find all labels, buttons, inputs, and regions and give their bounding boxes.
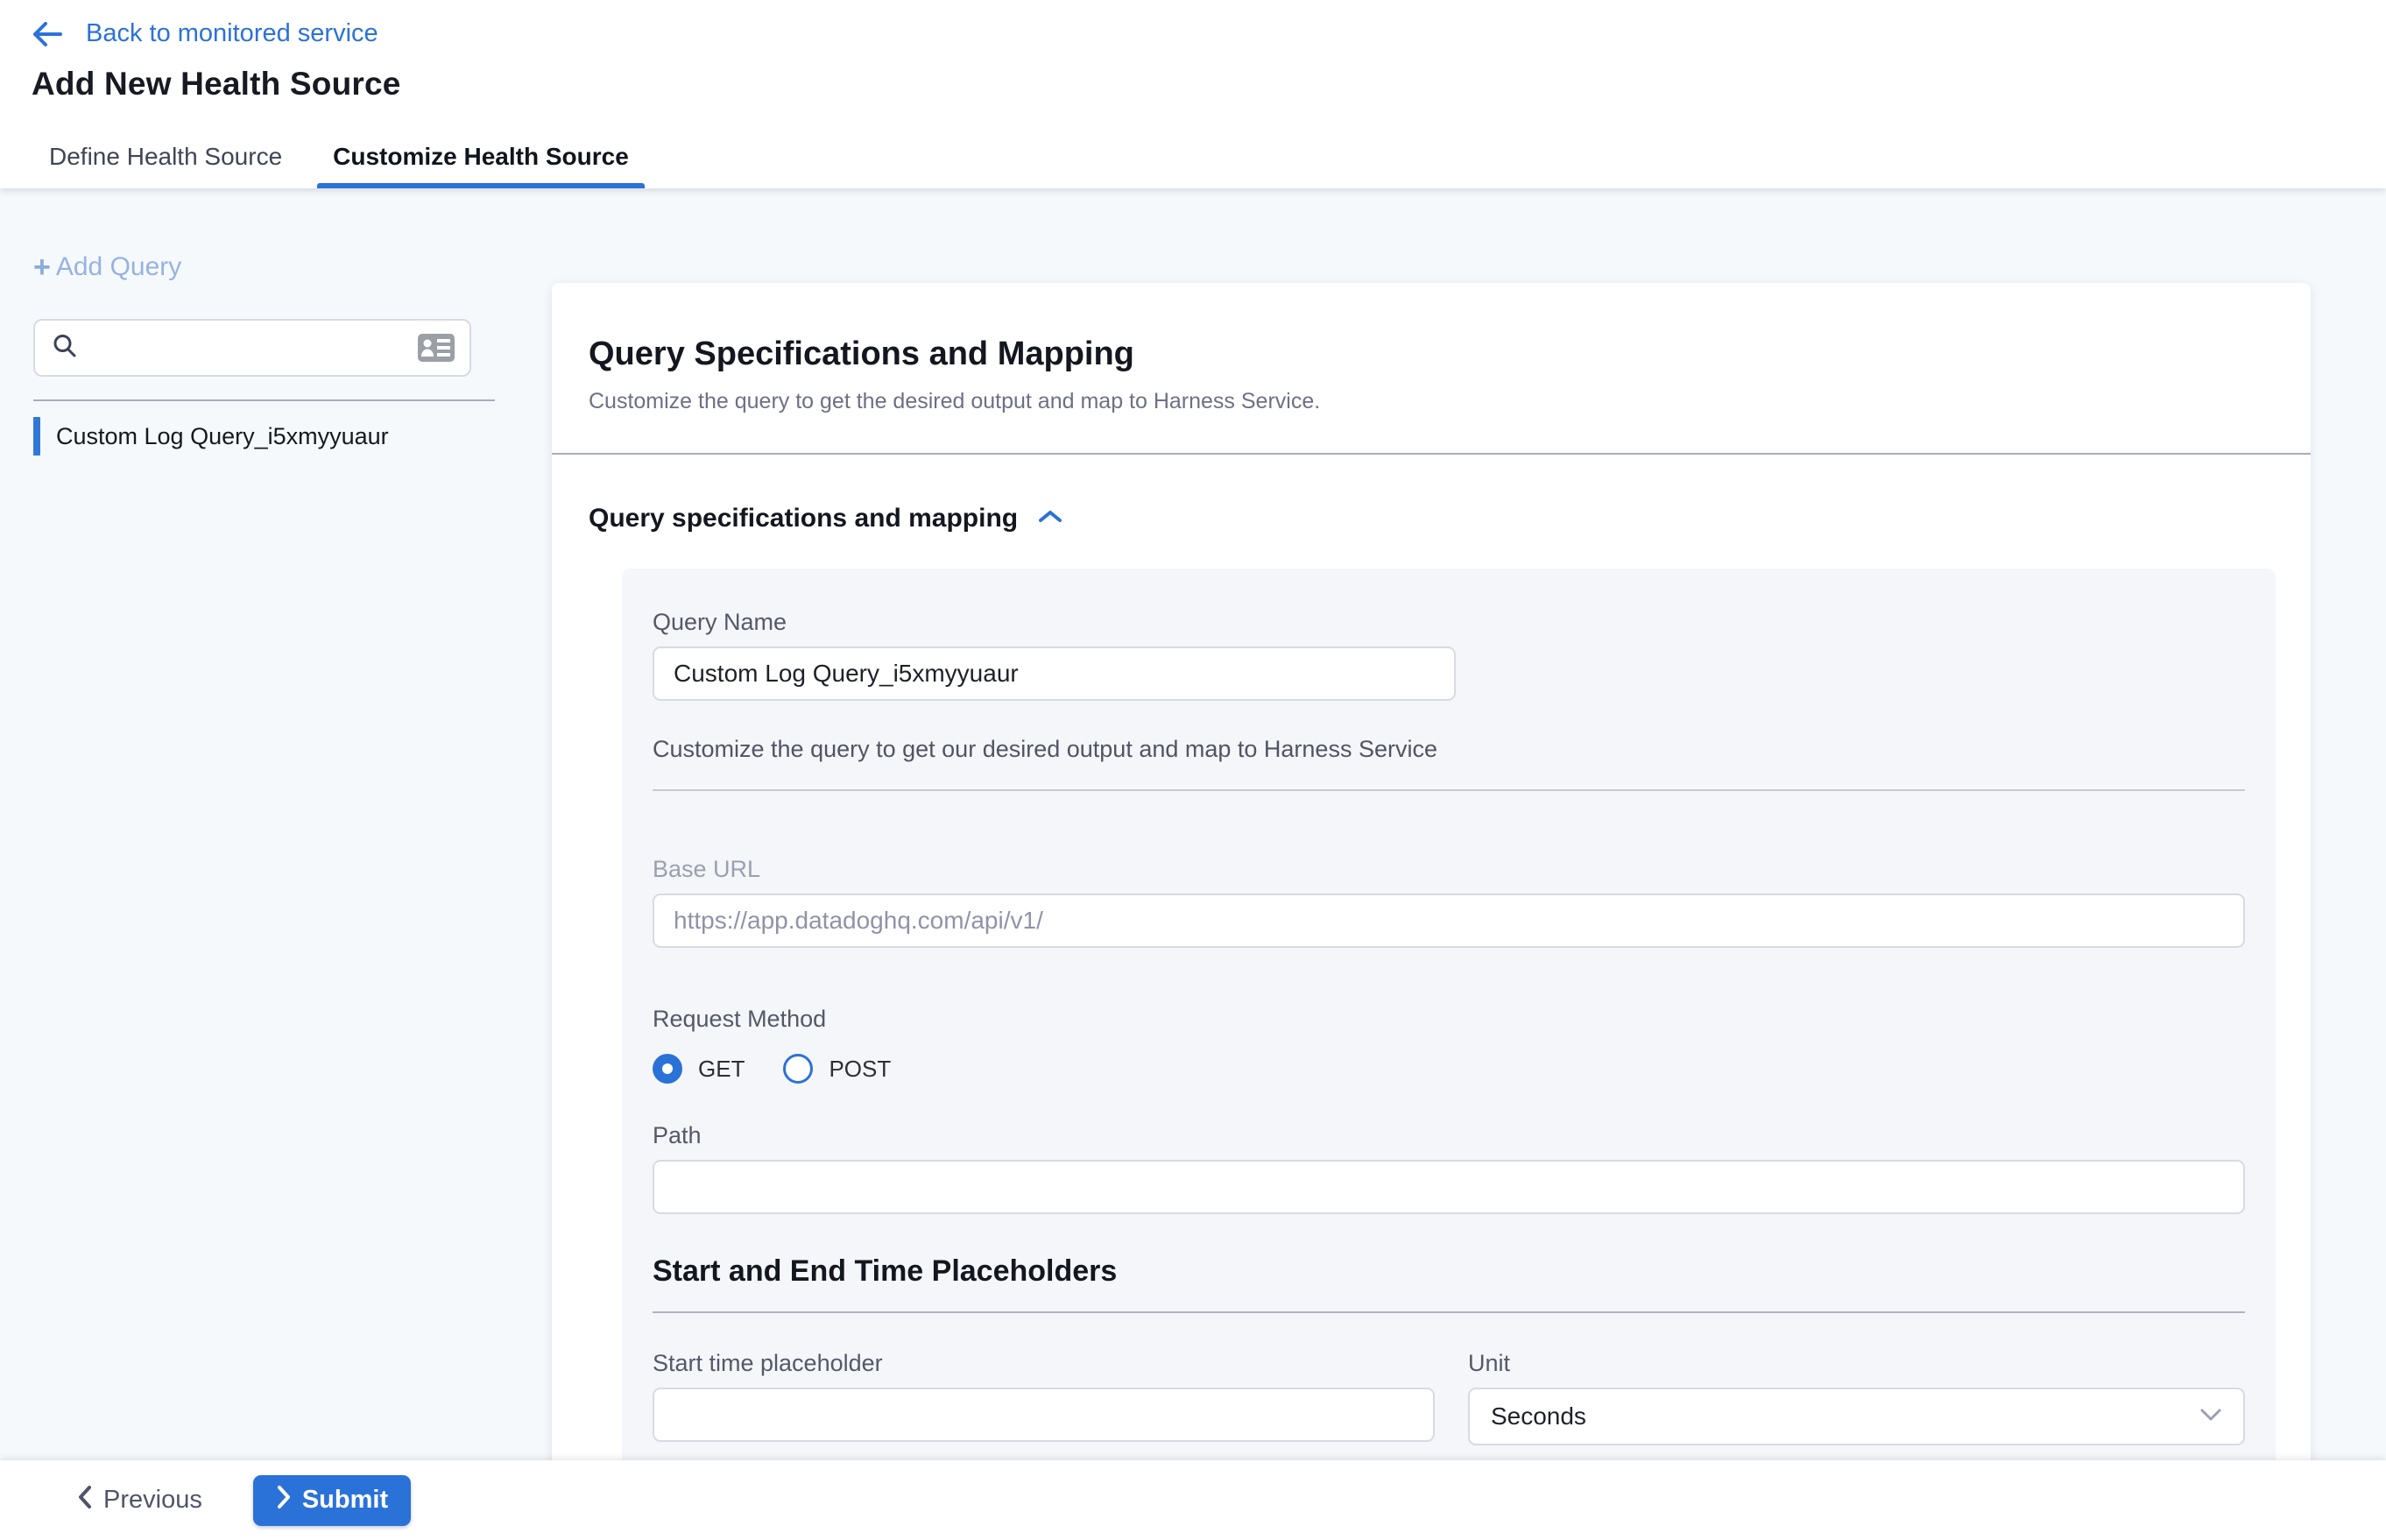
previous-button-label: Previous — [103, 1486, 202, 1515]
base-url-input[interactable] — [653, 894, 2245, 948]
section-title: Query specifications and mapping — [589, 504, 1018, 533]
chevron-up-icon — [1037, 508, 1063, 530]
base-url-label: Base URL — [653, 856, 2245, 883]
placeholders-divider — [653, 1311, 2245, 1313]
query-item-label: Custom Log Query_i5xmyyuaur — [56, 423, 389, 450]
page-title: Add New Health Source — [32, 66, 2386, 102]
path-label: Path — [653, 1122, 2245, 1149]
query-helper-text: Customize the query to get our desired o… — [653, 736, 2245, 763]
query-name-input[interactable] — [653, 646, 1456, 701]
start-time-input[interactable] — [653, 1388, 1435, 1442]
query-list-item[interactable]: Custom Log Query_i5xmyyuaur — [33, 415, 495, 457]
card-title: Query Specifications and Mapping — [589, 336, 2274, 373]
chevron-down-icon — [2199, 1408, 2222, 1426]
previous-button[interactable]: Previous — [77, 1485, 202, 1516]
submit-button-label: Submit — [302, 1486, 388, 1515]
time-placeholder-row: Start time placeholder Unit Seconds — [653, 1350, 2245, 1445]
chevron-right-icon — [276, 1485, 292, 1516]
path-input[interactable] — [653, 1160, 2245, 1214]
card-subtitle: Customize the query to get the desired o… — [589, 389, 2274, 453]
query-name-label: Query Name — [653, 609, 2245, 636]
add-query-button[interactable]: + Add Query — [33, 252, 181, 282]
query-list: Custom Log Query_i5xmyyuaur — [33, 415, 495, 457]
submit-button[interactable]: Submit — [253, 1475, 411, 1526]
section-header-toggle[interactable]: Query specifications and mapping — [552, 455, 2311, 533]
id-card-view-icon[interactable] — [417, 333, 455, 363]
radio-get-circle — [653, 1054, 682, 1084]
request-method-label: Request Method — [653, 1006, 2245, 1033]
back-to-monitored-service-link[interactable]: Back to monitored service — [32, 19, 378, 48]
sidebar-divider — [33, 399, 495, 401]
top-header: Back to monitored service Add New Health… — [0, 0, 2386, 188]
footer-bar: Previous Submit — [0, 1460, 2386, 1540]
placeholders-heading: Start and End Time Placeholders — [653, 1254, 2245, 1289]
content-region: + Add Query — [0, 194, 2386, 1460]
form-divider — [653, 789, 2245, 791]
radio-post-label: POST — [829, 1056, 891, 1083]
query-search-box — [33, 319, 471, 377]
query-search-input[interactable] — [91, 335, 417, 362]
add-health-source-page: Back to monitored service Add New Health… — [0, 0, 2386, 1540]
plus-icon: + — [33, 252, 51, 282]
request-method-radio-group: GET POST — [653, 1054, 2245, 1084]
query-form: Query Name Customize the query to get ou… — [622, 569, 2276, 1460]
chevron-left-icon — [77, 1485, 93, 1516]
back-link-label: Back to monitored service — [86, 19, 378, 48]
add-query-label: Add Query — [56, 252, 181, 282]
query-sidebar: + Add Query — [0, 194, 552, 1460]
unit-select[interactable]: Seconds — [1468, 1388, 2245, 1445]
query-spec-card: Query Specifications and Mapping Customi… — [552, 283, 2311, 1460]
arrow-left-icon — [32, 21, 63, 47]
selected-indicator-bar — [33, 417, 40, 456]
radio-get[interactable]: GET — [653, 1054, 745, 1084]
start-time-label: Start time placeholder — [653, 1350, 1435, 1377]
tab-define-health-source[interactable]: Define Health Source — [33, 125, 298, 188]
tab-bar: Define Health Source Customize Health So… — [0, 125, 2386, 188]
radio-get-label: GET — [698, 1056, 745, 1083]
unit-select-value: Seconds — [1491, 1402, 1586, 1431]
main-area: Query Specifications and Mapping Customi… — [552, 194, 2386, 1460]
radio-post-circle — [783, 1054, 813, 1084]
radio-post[interactable]: POST — [783, 1054, 891, 1084]
unit-label: Unit — [1468, 1350, 2245, 1377]
card-header: Query Specifications and Mapping Customi… — [552, 283, 2311, 455]
search-icon — [51, 332, 79, 364]
tab-customize-health-source[interactable]: Customize Health Source — [317, 125, 645, 188]
